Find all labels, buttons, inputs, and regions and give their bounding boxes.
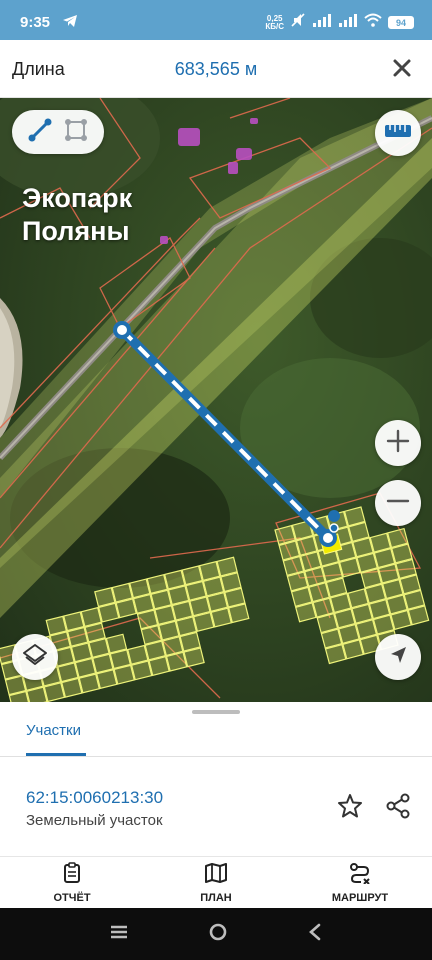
speed-unit: КБ/С [265, 21, 284, 31]
parcels-sheet: Участки 62:15:0060213:30 Земельный участ… [0, 702, 432, 856]
map-view[interactable]: Экопарк Поляны [0, 98, 432, 702]
layers-button[interactable] [12, 634, 58, 680]
wifi-icon [364, 13, 382, 32]
status-indicators: 0,25 КБ/С 94 [265, 12, 414, 33]
signal-icon-2 [338, 13, 358, 32]
nav-route[interactable]: МАРШРУТ [288, 857, 432, 908]
mute-icon [290, 12, 306, 33]
ruler-button[interactable] [375, 110, 421, 156]
map-icon [204, 862, 228, 889]
tab-parcels[interactable]: Участки [26, 722, 81, 739]
ruler-icon [384, 124, 412, 143]
measure-header: Длина 683,565 м [0, 40, 432, 98]
navigation-arrow-icon [387, 644, 409, 671]
parcel-type: Земельный участок [26, 812, 163, 829]
plus-icon [385, 428, 411, 459]
layers-icon [22, 642, 48, 673]
nav-report[interactable]: ОТЧЁТ [0, 857, 144, 908]
place-label: Экопарк Поляны [22, 183, 133, 246]
nav-report-label: ОТЧЁТ [53, 891, 91, 904]
star-icon[interactable] [336, 792, 364, 820]
signal-icon [312, 13, 332, 32]
back-icon[interactable] [307, 922, 323, 947]
status-time: 9:35 [20, 14, 51, 31]
bottom-navigation: ОТЧЁТ ПЛАН МАРШРУТ [0, 856, 432, 908]
nav-route-label: МАРШРУТ [331, 891, 389, 904]
status-bar: 9:35 0,25 КБ/С 94 [0, 0, 432, 40]
share-icon[interactable] [384, 792, 412, 820]
my-location-button[interactable] [375, 634, 421, 680]
zoom-out-button[interactable] [375, 480, 421, 526]
system-navigation-bar [0, 908, 432, 960]
home-icon[interactable] [208, 922, 228, 947]
close-icon[interactable] [390, 56, 414, 80]
clipboard-icon [61, 861, 83, 889]
route-icon [348, 862, 372, 889]
network-speed: 0,25 КБ/С [265, 14, 284, 31]
nav-plan[interactable]: ПЛАН [144, 857, 288, 908]
nav-plan-label: ПЛАН [200, 891, 232, 904]
divider [0, 756, 432, 757]
sheet-drag-handle[interactable] [192, 710, 240, 714]
measure-length-value: 683,565 м [174, 59, 258, 79]
zoom-in-button[interactable] [375, 420, 421, 466]
area-measure-icon[interactable] [62, 116, 90, 149]
line-measure-icon[interactable] [26, 116, 54, 149]
battery-icon: 94 [388, 16, 414, 29]
parcel-cadastral-number[interactable]: 62:15:0060213:30 [26, 788, 163, 808]
measure-mode-toggle[interactable] [12, 110, 104, 154]
telegram-icon [62, 14, 78, 33]
minus-icon [385, 488, 411, 519]
menu-icon[interactable] [109, 924, 129, 945]
